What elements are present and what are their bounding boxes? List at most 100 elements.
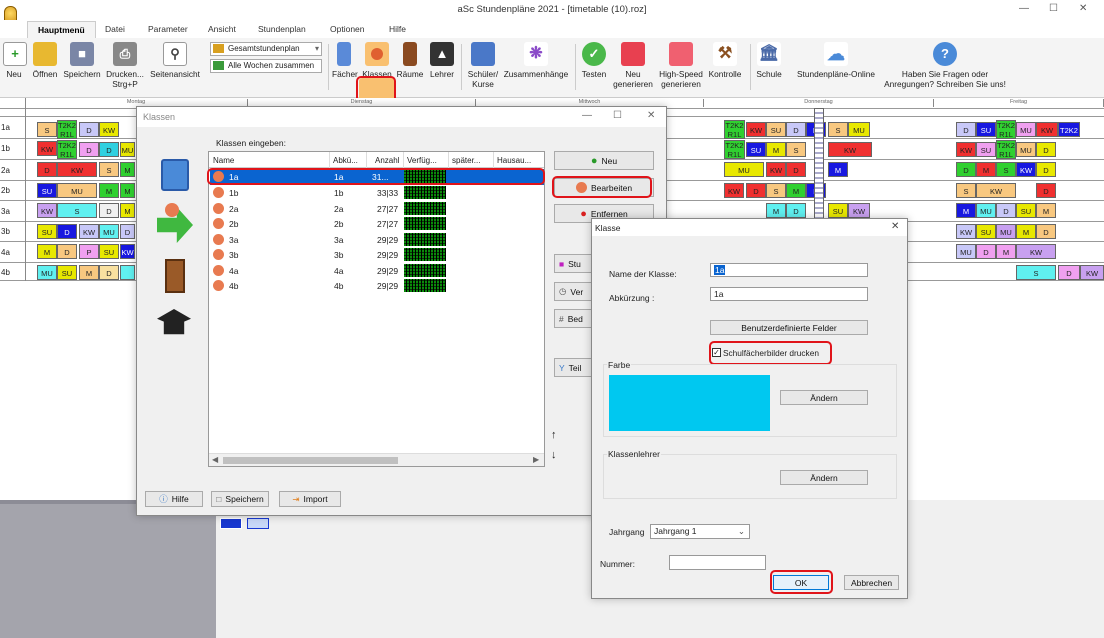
lesson-cell[interactable]: S — [37, 122, 57, 137]
lesson-cell[interactable]: MU — [120, 142, 135, 157]
lesson-cell[interactable]: S — [99, 162, 119, 177]
lesson-cell[interactable]: KW — [956, 142, 976, 157]
lesson-cell[interactable]: KW — [37, 203, 57, 218]
klassen-listview[interactable]: Name Abkü... Anzahl Verfüg... später... … — [208, 151, 545, 467]
list-row-2a[interactable]: 2a 2a 27|27 — [210, 201, 544, 217]
lesson-cell[interactable]: KW — [1036, 122, 1058, 137]
lesson-cell[interactable]: M — [1016, 224, 1036, 239]
lesson-cell[interactable]: SU — [746, 142, 766, 157]
lesson-cell[interactable]: M — [786, 183, 806, 198]
lesson-cell[interactable]: MU — [57, 183, 97, 198]
lesson-cell[interactable]: T2K2 R1L — [57, 120, 77, 139]
lesson-cell[interactable]: KW — [848, 203, 870, 218]
lesson-cell[interactable]: D — [79, 142, 99, 157]
seitenansicht-button[interactable]: ⚲ Seitenansicht — [147, 42, 203, 79]
lesson-cell[interactable]: S — [996, 162, 1016, 177]
lesson-cell[interactable]: D — [57, 244, 77, 259]
door-icon[interactable] — [165, 259, 185, 293]
lesson-cell[interactable]: M — [996, 244, 1016, 259]
minimize-icon[interactable]: — — [1019, 3, 1029, 14]
lesson-cell[interactable]: T2K2 R1L — [724, 140, 745, 159]
lesson-cell[interactable]: D — [1036, 224, 1056, 239]
scroll-thumb[interactable] — [223, 457, 398, 464]
lesson-cell[interactable]: SU — [828, 203, 848, 218]
horizontal-scrollbar[interactable]: ◀ ▶ — [209, 453, 544, 466]
lesson-cell[interactable]: P — [79, 244, 99, 259]
list-row-4a[interactable]: 4a 4a 29|29 — [210, 263, 544, 279]
graduation-cap-icon[interactable] — [157, 309, 191, 335]
nummer-input[interactable] — [669, 555, 766, 570]
lesson-cell[interactable]: S — [1016, 265, 1056, 280]
high-speed-button[interactable]: High-Speed generieren — [656, 42, 706, 89]
lesson-cell[interactable]: SU — [976, 142, 996, 157]
lesson-cell[interactable]: T2K2 R1L — [996, 120, 1016, 139]
neu-button[interactable]: ● Neu — [554, 151, 654, 170]
list-row-3b[interactable]: 3b 3b 29|29 — [210, 247, 544, 263]
lesson-cell[interactable]: KW — [766, 162, 786, 177]
list-row-3a[interactable]: 3a 3a 29|29 — [210, 232, 544, 248]
lesson-cell[interactable]: D — [1036, 183, 1056, 198]
lesson-cell[interactable]: M — [766, 142, 786, 157]
lesson-cell[interactable]: S — [786, 142, 806, 157]
lesson-cell[interactable]: D — [786, 203, 806, 218]
move-down-icon[interactable]: ↓ — [551, 449, 557, 461]
move-up-icon[interactable]: ↑ — [551, 429, 557, 441]
teilung-button[interactable]: Y Teil — [554, 358, 594, 377]
lesson-cell[interactable]: SU — [1016, 203, 1036, 218]
lesson-cell[interactable] — [120, 265, 135, 280]
lesson-cell[interactable]: D — [99, 203, 119, 218]
tab-optionen[interactable]: Optionen — [330, 24, 365, 34]
lesson-cell[interactable]: KW — [99, 122, 119, 137]
lesson-cell[interactable]: D — [786, 122, 806, 137]
close-icon[interactable]: ✕ — [891, 221, 899, 232]
lesson-cell[interactable]: D — [120, 224, 135, 239]
book-icon[interactable] — [161, 159, 189, 191]
tab-stundenplan[interactable]: Stundenplan — [258, 24, 306, 34]
stundenplaene-online-button[interactable]: ☁ Stundenpläne-Online — [790, 42, 882, 79]
lesson-cell[interactable]: D — [1036, 162, 1056, 177]
lesson-cell[interactable]: T2K2 R1L — [996, 140, 1016, 159]
close-icon[interactable]: ✕ — [1079, 3, 1087, 14]
close-icon[interactable]: ✕ — [647, 110, 655, 121]
lesson-cell[interactable]: KW — [976, 183, 1016, 198]
lesson-cell[interactable]: KW — [746, 122, 766, 137]
list-row-2b[interactable]: 2b 2b 27|27 — [210, 216, 544, 232]
tab-hilfe[interactable]: Hilfe — [389, 24, 406, 34]
col-hausau[interactable]: Hausau... — [497, 156, 531, 165]
neu-button[interactable]: + Neu — [3, 42, 27, 79]
lesson-cell[interactable]: MU — [724, 162, 764, 177]
tab-ansicht[interactable]: Ansicht — [208, 24, 236, 34]
raeume-button[interactable]: Räume — [396, 42, 424, 79]
lesson-cell[interactable]: M — [956, 203, 976, 218]
tab-datei[interactable]: Datei — [105, 24, 125, 34]
drucken-button[interactable]: ⎙ Drucken... Strg+P — [104, 42, 146, 89]
lesson-cell[interactable]: KW — [37, 141, 57, 156]
kontrolle-button[interactable]: ⚒ Kontrolle — [706, 42, 744, 79]
lesson-cell[interactable]: KW — [956, 224, 976, 239]
lesson-cell[interactable]: D — [1036, 142, 1056, 157]
schueler-kurse-button[interactable]: Schüler/Kurse — [465, 42, 501, 89]
zusammenhaenge-button[interactable]: ❋ Zusammenhänge — [501, 42, 571, 79]
lesson-cell[interactable]: KW — [724, 183, 744, 198]
maximize-icon[interactable]: ☐ — [613, 110, 622, 121]
speichern-button[interactable]: ■ Speichern — [62, 42, 102, 79]
lesson-cell[interactable]: M — [79, 265, 99, 280]
lesson-cell[interactable]: KW — [57, 162, 97, 177]
lesson-cell[interactable]: KW — [120, 244, 135, 259]
lesson-cell[interactable]: S — [828, 122, 848, 137]
weeks-select[interactable]: Alle Wochen zusammen — [210, 59, 322, 73]
minimize-icon[interactable]: — — [582, 110, 592, 121]
klassen-button[interactable]: Klassen — [361, 42, 393, 79]
lesson-cell[interactable]: D — [746, 183, 766, 198]
hilfe-button[interactable]: ⓘ Hilfe — [145, 491, 203, 507]
lesson-cell[interactable]: M — [37, 244, 57, 259]
lesson-cell[interactable]: S — [766, 183, 786, 198]
abk-input[interactable]: 1a — [710, 287, 868, 301]
testen-button[interactable]: ✓ Testen — [579, 42, 609, 79]
lesson-cell[interactable]: M — [976, 162, 996, 177]
speichern-button[interactable]: □ Speichern — [211, 491, 269, 507]
klassenlehrer-aendern-button[interactable]: Ändern — [780, 470, 868, 485]
lesson-cell[interactable]: MU — [848, 122, 870, 137]
lesson-cell[interactable]: M — [766, 203, 786, 218]
lesson-cell[interactable]: D — [99, 265, 119, 280]
